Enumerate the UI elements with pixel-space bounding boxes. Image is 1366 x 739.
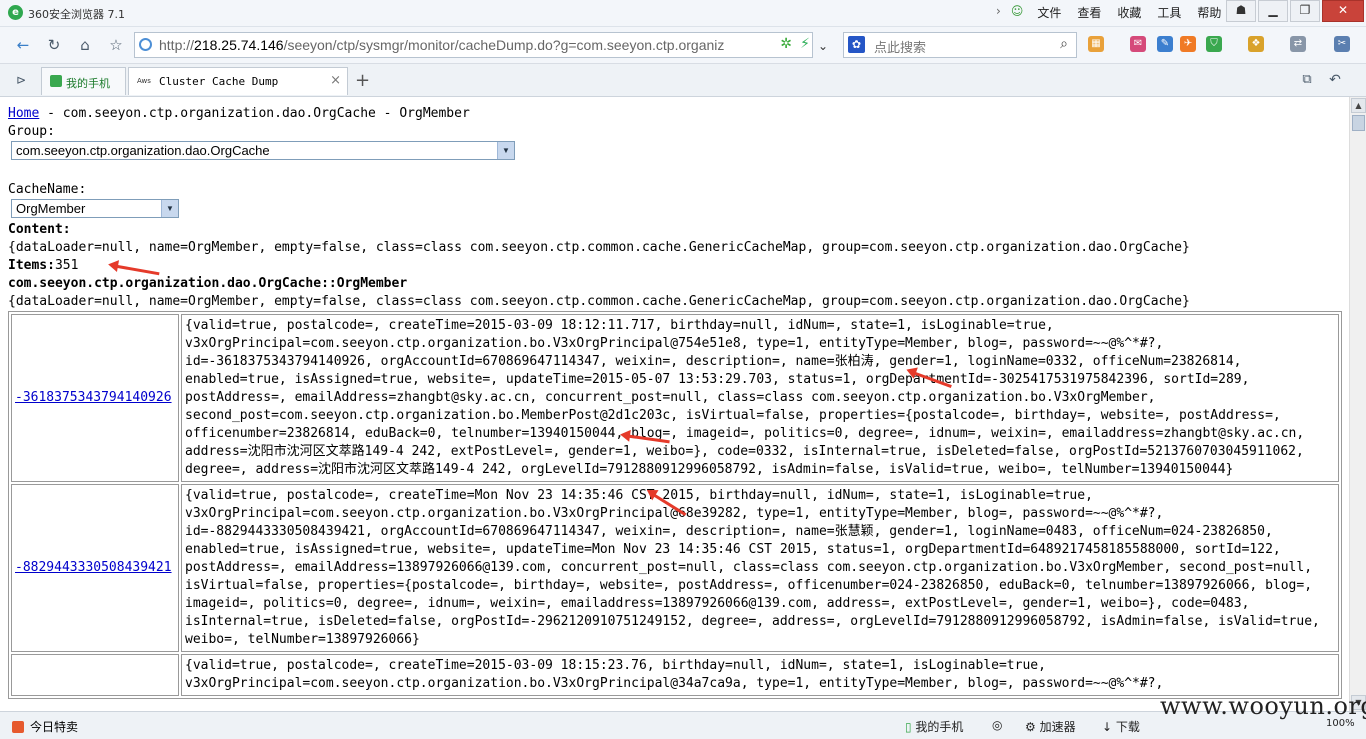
aws-favicon-icon: Aws	[137, 77, 151, 85]
search-input[interactable]: 点此搜索	[874, 37, 926, 56]
dropdown-arrow-icon[interactable]: ▼	[497, 142, 514, 159]
status-label: 我的手机	[915, 720, 964, 734]
scroll-up-icon[interactable]: ▲	[1351, 98, 1366, 113]
window-controls: ☗ ▁ ❐ ✕	[1224, 0, 1364, 22]
download-icon: ↓	[1102, 720, 1116, 734]
minimize-button[interactable]: ▁	[1258, 0, 1288, 22]
dropdown-arrow-icon[interactable]: ▼	[161, 200, 178, 217]
compat-mode-icon[interactable]: ✲	[780, 36, 792, 52]
status-network-icon[interactable]: ◎	[992, 718, 1002, 732]
scroll-thumb[interactable]	[1352, 115, 1365, 131]
breadcrumb: Home - com.seeyon.ctp.organization.dao.O…	[8, 105, 1342, 123]
entry-key-link[interactable]: -3618375343794140926	[15, 390, 172, 405]
navigation-bar: ← ↻ ⌂ ☆ http://218.25.74.146/seeyon/ctp/…	[0, 27, 1366, 64]
group-select[interactable]: com.seeyon.ctp.organization.dao.OrgCache…	[11, 141, 515, 160]
home-icon[interactable]: ⌂	[74, 34, 96, 56]
flight-icon[interactable]: ✈	[1180, 36, 1196, 52]
search-box[interactable]: ✿ 点此搜索 ⌕	[843, 32, 1077, 58]
key-cell: -3618375343794140926	[11, 314, 179, 482]
today-deals[interactable]: 今日特卖	[12, 718, 78, 735]
apps-grid-icon[interactable]: ▦	[1088, 36, 1104, 52]
sidebar-toggle-icon[interactable]: ⊳	[10, 69, 32, 91]
items-count: 351	[54, 258, 79, 273]
menu-help[interactable]: 帮助	[1197, 4, 1221, 21]
close-window-button[interactable]: ✕	[1322, 0, 1364, 22]
title-bar: e 360安全浏览器 7.1 › ☺ 文件 查看 收藏 工具 帮助 ☗ ▁ ❐ …	[0, 0, 1366, 27]
home-link[interactable]: Home	[8, 106, 39, 121]
user-icon[interactable]: ☺	[1011, 4, 1024, 21]
group-label: Group:	[8, 124, 55, 139]
key-cell	[11, 654, 179, 696]
tab-bar: ⊳ 我的手机 Aws Cluster Cache Dump × ⧉ ↶	[0, 64, 1366, 97]
back-arrow-icon[interactable]: ←	[12, 34, 34, 56]
undo-close-icon[interactable]: ↶	[1324, 69, 1346, 91]
menu-view[interactable]: 查看	[1077, 4, 1101, 21]
skin-icon[interactable]: ☗	[1226, 0, 1256, 22]
content-label: Content:	[8, 222, 71, 237]
items-count-line: Items:351	[8, 257, 1342, 275]
status-label: 加速器	[1039, 720, 1076, 734]
phone-icon	[50, 75, 62, 87]
section-title: com.seeyon.ctp.organization.dao.OrgCache…	[8, 276, 408, 291]
content-summary: {dataLoader=null, name=OrgMember, empty=…	[8, 240, 1190, 255]
accelerator-icon: ⚙	[1025, 720, 1040, 734]
value-cell: {valid=true, postalcode=, createTime=Mon…	[181, 484, 1339, 652]
chevron-down-icon[interactable]: ⌄	[818, 39, 828, 53]
key-cell: -8829443330508439421	[11, 484, 179, 652]
menu-tools[interactable]: 工具	[1157, 4, 1181, 21]
cachename-select[interactable]: OrgMember ▼	[11, 199, 179, 218]
deal-icon	[12, 721, 24, 733]
screenshot-scissors-icon[interactable]: ✂	[1334, 36, 1350, 52]
status-label: 下载	[1115, 720, 1140, 734]
tab-cluster-cache-dump[interactable]: Aws Cluster Cache Dump ×	[128, 67, 348, 95]
search-icon[interactable]: ⌕	[1060, 36, 1068, 52]
new-tab-button[interactable]: +	[355, 70, 370, 91]
phone-icon: ▯	[905, 720, 916, 734]
speed-mode-icon[interactable]: ⚡	[800, 36, 810, 52]
menu-arrow-icon[interactable]: ›	[996, 4, 1001, 21]
globe-icon	[139, 38, 152, 51]
group-select-value: com.seeyon.ctp.organization.dao.OrgCache	[16, 143, 270, 158]
window-title: 360安全浏览器 7.1	[28, 8, 125, 21]
gift-icon[interactable]: ❖	[1248, 36, 1264, 52]
maximize-button[interactable]: ❐	[1290, 0, 1320, 22]
entry-key-link[interactable]: -8829443330508439421	[15, 560, 172, 575]
address-bar[interactable]: http://218.25.74.146/seeyon/ctp/sysmgr/m…	[134, 32, 813, 58]
baidu-paw-icon: ✿	[848, 36, 865, 53]
cachename-select-value: OrgMember	[16, 201, 86, 216]
menu-favorites[interactable]: 收藏	[1117, 4, 1141, 21]
vertical-scrollbar[interactable]: ▲ ▼	[1349, 97, 1366, 711]
cachename-label: CacheName:	[8, 182, 87, 197]
shield-icon[interactable]: ⛉	[1206, 36, 1222, 52]
tab-label: 我的手机	[66, 77, 110, 90]
value-cell: {valid=true, postalcode=, createTime=201…	[181, 314, 1339, 482]
close-tab-icon[interactable]: ×	[330, 73, 341, 88]
restore-tabs-icon[interactable]: ⧉	[1296, 69, 1318, 91]
items-label: Items:	[8, 258, 55, 273]
section-summary: {dataLoader=null, name=OrgMember, empty=…	[8, 294, 1190, 309]
breadcrumb-path: - com.seeyon.ctp.organization.dao.OrgCac…	[39, 106, 470, 121]
status-download[interactable]: ↓ 下载	[1102, 718, 1140, 735]
notes-icon[interactable]: ✎	[1157, 36, 1173, 52]
watermark: www.wooyun.org	[1160, 692, 1366, 720]
tab-my-phone[interactable]: 我的手机	[41, 67, 126, 95]
menu-file[interactable]: 文件	[1037, 4, 1061, 21]
table-row: -3618375343794140926 {valid=true, postal…	[11, 314, 1339, 482]
page-content: Home - com.seeyon.ctp.organization.dao.O…	[0, 97, 1349, 711]
today-deals-label: 今日特卖	[30, 720, 79, 734]
table-row: {valid=true, postalcode=, createTime=201…	[11, 654, 1339, 696]
url-text[interactable]: http://218.25.74.146/seeyon/ctp/sysmgr/m…	[159, 37, 769, 53]
tab-label: Cluster Cache Dump	[159, 75, 279, 88]
status-accelerator[interactable]: ⚙ 加速器	[1025, 718, 1076, 735]
reload-icon[interactable]: ↻	[43, 34, 65, 56]
mail-icon[interactable]: ✉	[1130, 36, 1146, 52]
cache-table: -3618375343794140926 {valid=true, postal…	[8, 311, 1342, 699]
favorite-star-icon[interactable]: ☆	[105, 34, 127, 56]
menu-bar: › ☺ 文件 查看 收藏 工具 帮助	[996, 4, 1237, 21]
browser-logo-icon: e	[8, 5, 23, 20]
translate-icon[interactable]: ⇄	[1290, 36, 1306, 52]
status-my-phone[interactable]: ▯ 我的手机	[905, 718, 963, 735]
value-cell: {valid=true, postalcode=, createTime=201…	[181, 654, 1339, 696]
